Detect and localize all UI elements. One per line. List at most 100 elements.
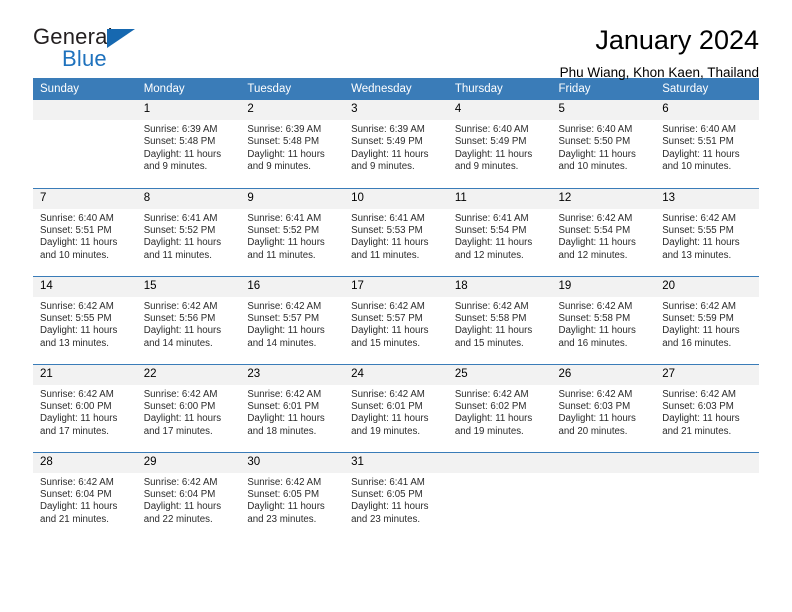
day-cell-inner: 13 Sunrise: 6:42 AM Sunset: 5:55 PM Dayligh… (655, 188, 759, 276)
sun-info-line: Daylight: 11 hours (558, 413, 636, 425)
sun-info-line: Sunset: 5:51 PM (40, 224, 112, 236)
sun-info: Sunrise: 6:40 AM Sunset: 5:51 PM Daylight:… (33, 209, 137, 263)
day-cell[interactable]: 17 Sunrise: 6:42 AM Sunset: 5:57 PM Dayligh… (344, 275, 448, 364)
day-cell[interactable]: 14 Sunrise: 6:42 AM Sunset: 5:55 PM Dayligh… (33, 275, 137, 364)
day-cell-inner: 30 Sunrise: 6:42 AM Sunset: 6:05 PM Dayligh… (240, 452, 345, 541)
day-cell[interactable]: 26 Sunrise: 6:42 AM Sunset: 6:03 PM Dayligh… (551, 363, 656, 452)
sun-info-line: and 14 minutes. (247, 337, 317, 349)
day-cell[interactable]: 31 Sunrise: 6:41 AM Sunset: 6:05 PM Dayligh… (344, 451, 448, 541)
day-cell[interactable]: 21 Sunrise: 6:42 AM Sunset: 6:00 PM Dayligh… (33, 363, 137, 452)
day-cell[interactable]: 12 Sunrise: 6:42 AM Sunset: 5:54 PM Dayligh… (551, 187, 656, 276)
sun-info-line: Daylight: 11 hours (40, 237, 118, 249)
sun-info-line: Daylight: 11 hours (662, 413, 740, 425)
sun-info-line: Sunrise: 6:42 AM (454, 300, 529, 312)
sun-info: Sunrise: 6:42 AM Sunset: 5:57 PM Daylight:… (344, 297, 448, 351)
day-cell[interactable]: 16 Sunrise: 6:42 AM Sunset: 5:57 PM Dayligh… (240, 275, 345, 364)
day-cell-empty (33, 100, 137, 188)
sun-info-line: and 22 minutes. (143, 513, 213, 525)
day-number: 21 (33, 364, 137, 385)
weekday-header-thursday: Thursday (447, 78, 552, 100)
day-number: 17 (344, 276, 448, 297)
day-cell[interactable]: 3 Sunrise: 6:39 AM Sunset: 5:49 PM Daylight… (344, 100, 448, 188)
day-number: 7 (33, 188, 137, 209)
sun-info: Sunrise: 6:41 AM Sunset: 5:52 PM Daylight:… (240, 209, 344, 263)
day-cell-inner (551, 452, 656, 541)
day-cell-inner: 27 Sunrise: 6:42 AM Sunset: 6:03 PM Dayligh… (655, 364, 759, 452)
sun-info: Sunrise: 6:42 AM Sunset: 6:01 PM Daylight:… (240, 385, 344, 439)
day-number: 20 (655, 276, 759, 297)
sun-info-line: Sunrise: 6:41 AM (351, 476, 425, 488)
sun-info-line: and 11 minutes. (143, 249, 212, 261)
day-cell-inner: 19 Sunrise: 6:42 AM Sunset: 5:58 PM Dayligh… (551, 276, 656, 364)
day-cell[interactable]: 8 Sunrise: 6:41 AM Sunset: 5:52 PM Daylight… (136, 187, 241, 276)
day-cell[interactable]: 11 Sunrise: 6:41 AM Sunset: 5:54 PM Dayligh… (447, 187, 552, 276)
sun-info-line: Daylight: 11 hours (662, 148, 740, 160)
sun-info-line: Sunrise: 6:42 AM (351, 388, 425, 400)
sun-info: Sunrise: 6:42 AM Sunset: 5:56 PM Daylight:… (137, 297, 241, 351)
sun-info: Sunrise: 6:41 AM Sunset: 6:05 PM Daylight:… (344, 473, 448, 527)
sun-info-line: and 13 minutes. (662, 249, 732, 261)
day-cell[interactable]: 6 Sunrise: 6:40 AM Sunset: 5:51 PM Daylight… (655, 100, 759, 188)
sun-info: Sunrise: 6:40 AM Sunset: 5:51 PM Daylight:… (655, 120, 759, 174)
day-cell[interactable]: 24 Sunrise: 6:42 AM Sunset: 6:01 PM Dayligh… (344, 363, 448, 452)
day-cell[interactable]: 15 Sunrise: 6:42 AM Sunset: 5:56 PM Dayligh… (136, 275, 241, 364)
day-cell-inner: 11 Sunrise: 6:41 AM Sunset: 5:54 PM Dayligh… (447, 188, 552, 276)
sun-info-line: Sunrise: 6:41 AM (247, 212, 322, 224)
day-cell[interactable]: 9 Sunrise: 6:41 AM Sunset: 5:52 PM Daylight… (240, 187, 345, 276)
sun-info: Sunrise: 6:42 AM Sunset: 5:58 PM Daylight:… (448, 297, 552, 351)
day-cell[interactable]: 1 Sunrise: 6:39 AM Sunset: 5:48 PM Daylight… (136, 100, 241, 188)
sun-info-line: Sunset: 6:00 PM (40, 400, 112, 412)
logo-word-blue: Blue (62, 46, 107, 71)
day-number: 13 (655, 188, 759, 209)
sun-info: Sunrise: 6:42 AM Sunset: 5:59 PM Daylight:… (655, 297, 759, 351)
day-cell[interactable]: 4 Sunrise: 6:40 AM Sunset: 5:49 PM Daylight… (447, 100, 552, 188)
sun-info-line: Sunrise: 6:42 AM (662, 212, 736, 224)
day-cell[interactable]: 2 Sunrise: 6:39 AM Sunset: 5:48 PM Daylight… (240, 100, 345, 188)
sun-info-line: Daylight: 11 hours (247, 413, 325, 425)
day-cell[interactable]: 20 Sunrise: 6:42 AM Sunset: 5:59 PM Dayligh… (655, 275, 759, 364)
sun-info-line: Daylight: 11 hours (454, 325, 533, 337)
day-cell-inner: 15 Sunrise: 6:42 AM Sunset: 5:56 PM Dayligh… (136, 276, 241, 364)
page-title: January 2024 (595, 25, 759, 55)
sun-info: Sunrise: 6:42 AM Sunset: 6:00 PM Daylight:… (137, 385, 241, 439)
sun-info-line: and 9 minutes. (247, 161, 311, 173)
day-cell[interactable]: 23 Sunrise: 6:42 AM Sunset: 6:01 PM Dayligh… (240, 363, 345, 452)
sun-info-line: Daylight: 11 hours (558, 237, 636, 249)
sun-info-line: and 19 minutes. (454, 425, 524, 437)
day-cell[interactable]: 30 Sunrise: 6:42 AM Sunset: 6:05 PM Dayligh… (240, 451, 345, 541)
sun-info-line: Daylight: 11 hours (662, 325, 740, 337)
day-number: 27 (655, 364, 759, 385)
day-cell[interactable]: 27 Sunrise: 6:42 AM Sunset: 6:03 PM Dayligh… (655, 363, 759, 452)
day-cell[interactable]: 5 Sunrise: 6:40 AM Sunset: 5:50 PM Daylight… (551, 100, 656, 188)
sun-info-line: Sunrise: 6:39 AM (143, 124, 218, 135)
day-cell[interactable]: 7 Sunrise: 6:40 AM Sunset: 5:51 PM Daylight… (33, 187, 137, 276)
sun-info-line: and 16 minutes. (558, 337, 628, 349)
weekday-header-saturday: Saturday (655, 78, 759, 100)
general-blue-logo: General Blue (33, 26, 183, 74)
day-cell-inner: 29 Sunrise: 6:42 AM Sunset: 6:04 PM Dayligh… (136, 452, 241, 541)
day-cell[interactable]: 29 Sunrise: 6:42 AM Sunset: 6:04 PM Dayligh… (136, 451, 241, 541)
day-cell[interactable]: 10 Sunrise: 6:41 AM Sunset: 5:53 PM Dayligh… (344, 187, 448, 276)
day-cell-inner: 6 Sunrise: 6:40 AM Sunset: 5:51 PM Daylight… (655, 100, 759, 188)
day-cell[interactable]: 13 Sunrise: 6:42 AM Sunset: 5:55 PM Dayligh… (655, 187, 759, 276)
sun-info-line: Daylight: 11 hours (662, 237, 740, 249)
day-cell[interactable]: 18 Sunrise: 6:42 AM Sunset: 5:58 PM Dayligh… (447, 275, 552, 364)
sun-info-line: Daylight: 11 hours (143, 413, 222, 425)
sun-info: Sunrise: 6:42 AM Sunset: 5:58 PM Daylight:… (552, 297, 656, 351)
day-cell[interactable]: 19 Sunrise: 6:42 AM Sunset: 5:58 PM Dayligh… (551, 275, 656, 364)
day-cell-inner: 12 Sunrise: 6:42 AM Sunset: 5:54 PM Dayligh… (551, 188, 656, 276)
day-cell[interactable]: 25 Sunrise: 6:42 AM Sunset: 6:02 PM Dayligh… (447, 363, 552, 452)
weekday-header-wednesday: Wednesday (344, 78, 448, 100)
day-cell-inner: 2 Sunrise: 6:39 AM Sunset: 5:48 PM Daylight… (240, 100, 345, 188)
sun-info-line: and 23 minutes. (247, 513, 317, 525)
day-cell-inner: 5 Sunrise: 6:40 AM Sunset: 5:50 PM Daylight… (551, 100, 656, 188)
sun-info-line: Sunset: 6:02 PM (454, 400, 527, 412)
day-cell-inner: 21 Sunrise: 6:42 AM Sunset: 6:00 PM Dayligh… (33, 364, 137, 452)
sun-info: Sunrise: 6:42 AM Sunset: 6:04 PM Daylight:… (33, 473, 137, 527)
day-cell-inner: 31 Sunrise: 6:41 AM Sunset: 6:05 PM Dayligh… (344, 452, 448, 541)
sun-info-line: and 14 minutes. (143, 337, 213, 349)
sun-info-line: Daylight: 11 hours (454, 413, 533, 425)
day-cell[interactable]: 22 Sunrise: 6:42 AM Sunset: 6:00 PM Dayligh… (136, 363, 241, 452)
sun-info-line: and 9 minutes. (454, 161, 519, 173)
day-cell[interactable]: 28 Sunrise: 6:42 AM Sunset: 6:04 PM Dayligh… (33, 451, 137, 540)
